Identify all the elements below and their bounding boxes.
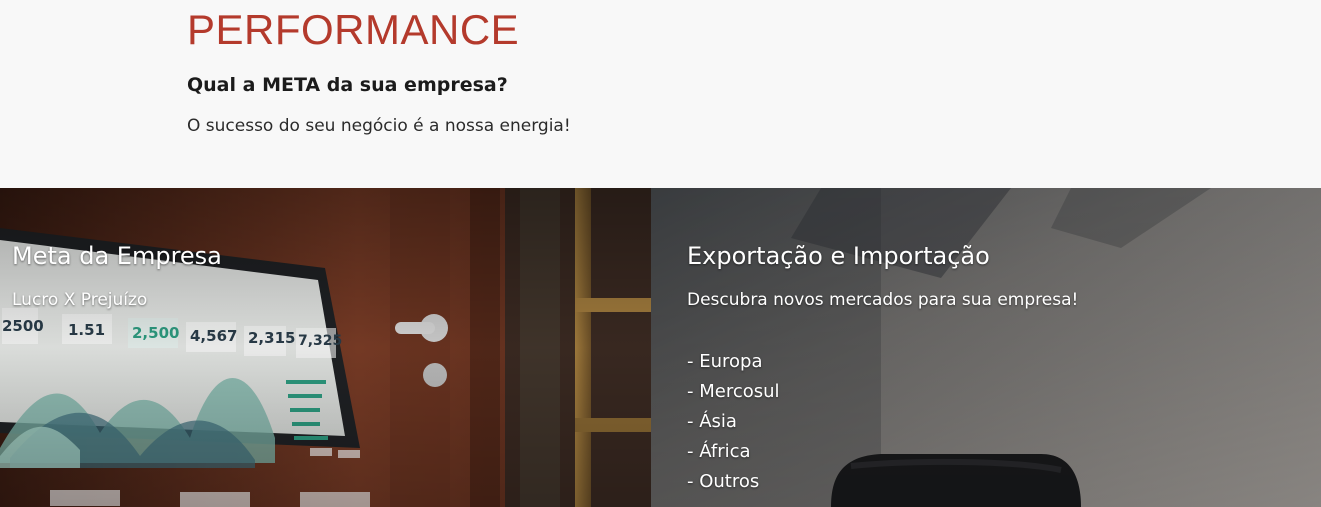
market-item-outros: - Outros bbox=[687, 471, 760, 492]
laptop-dashboard-photo: 2500 1.51 2,500 4,567 2,315 7,325 bbox=[0, 188, 651, 507]
market-item-asia: - Ásia bbox=[687, 411, 737, 432]
market-item-europa: - Europa bbox=[687, 351, 763, 372]
section-subtitle: Qual a META da sua empresa? bbox=[187, 74, 508, 96]
market-item-africa: - África bbox=[687, 441, 751, 462]
page-title: PERFORMANCE bbox=[187, 6, 520, 53]
exportacao-title: Exportação e Importação bbox=[687, 242, 990, 270]
exportacao-panel: Exportação e Importação Descubra novos m… bbox=[651, 188, 1321, 507]
exportacao-subtitle: Descubra novos mercados para sua empresa… bbox=[687, 290, 1079, 310]
meta-empresa-panel: 2500 1.51 2,500 4,567 2,315 7,325 Meta d… bbox=[0, 188, 651, 507]
intro-section: PERFORMANCE Qual a META da sua empresa? … bbox=[0, 0, 1321, 188]
meta-empresa-subtitle: Lucro X Prejuízo bbox=[12, 290, 148, 310]
tagline: O sucesso do seu negócio é a nossa energ… bbox=[187, 116, 571, 136]
feature-banner: 2500 1.51 2,500 4,567 2,315 7,325 Meta d… bbox=[0, 188, 1321, 507]
market-item-mercosul: - Mercosul bbox=[687, 381, 780, 402]
markets-list: - Europa - Mercosul - Ásia - África - Ou… bbox=[687, 347, 780, 497]
meta-empresa-title: Meta da Empresa bbox=[12, 242, 222, 270]
